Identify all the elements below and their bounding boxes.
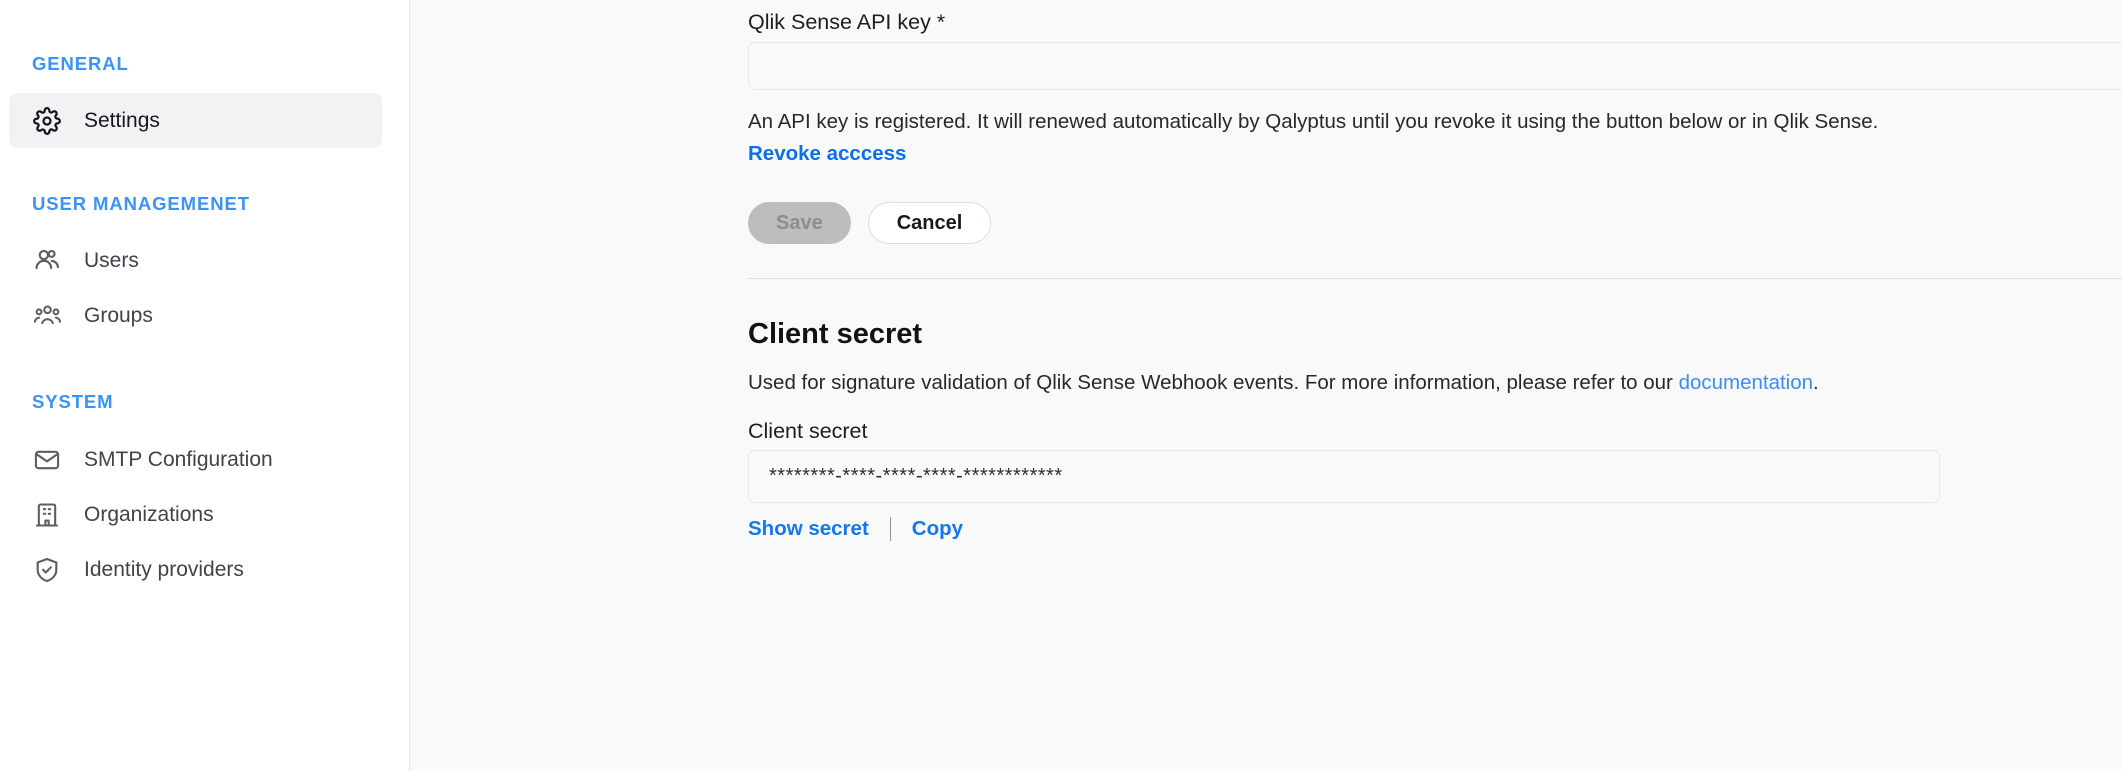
sidebar-item-label-settings: Settings	[84, 109, 160, 132]
documentation-link[interactable]: documentation	[1679, 371, 1813, 394]
main-content: Qlik Sense API key * An API key is regis…	[410, 0, 2122, 771]
group-icon	[32, 301, 62, 331]
client-secret-description-text-after: .	[1813, 371, 1819, 394]
sidebar: GENERAL Settings USER MANAGEMENET Users …	[0, 0, 410, 771]
action-separator	[889, 517, 891, 541]
app-root: GENERAL Settings USER MANAGEMENET Users …	[0, 0, 2122, 771]
api-key-label: Qlik Sense API key *	[748, 10, 946, 34]
sidebar-item-organizations[interactable]: Organizations	[9, 487, 382, 542]
sidebar-item-label-groups: Groups	[84, 304, 153, 327]
client-secret-field-label: Client secret	[748, 419, 868, 443]
api-key-input[interactable]	[748, 42, 2122, 90]
sidebar-item-groups[interactable]: Groups	[9, 288, 382, 343]
copy-secret-link[interactable]: Copy	[912, 517, 963, 541]
save-button[interactable]: Save	[748, 202, 851, 244]
api-key-button-row: Save Cancel	[748, 202, 992, 244]
sidebar-section-general: GENERAL Settings	[0, 0, 409, 148]
client-secret-actions: Show secret Copy	[748, 517, 963, 541]
client-secret-description: Used for signature validation of Qlik Se…	[748, 371, 1819, 395]
sidebar-section-label-general: GENERAL	[32, 53, 129, 74]
section-divider	[748, 278, 2122, 279]
show-secret-link[interactable]: Show secret	[748, 517, 869, 541]
sidebar-section-system: SYSTEM SMTP Configuration Organizations …	[0, 391, 409, 597]
client-secret-description-text-before: Used for signature validation of Qlik Se…	[748, 371, 1679, 394]
building-icon	[32, 500, 62, 530]
sidebar-item-users[interactable]: Users	[9, 233, 382, 288]
api-key-help-text: An API key is registered. It will renewe…	[748, 110, 1879, 133]
sidebar-section-label-system: SYSTEM	[32, 391, 114, 412]
users-icon	[32, 246, 62, 276]
sidebar-item-settings[interactable]: Settings	[9, 93, 382, 148]
gear-icon	[32, 106, 62, 136]
sidebar-item-label-users: Users	[84, 249, 139, 272]
sidebar-item-identity-providers[interactable]: Identity providers	[9, 542, 382, 597]
envelope-icon	[32, 445, 62, 475]
sidebar-item-label-identity-providers: Identity providers	[84, 558, 244, 581]
client-secret-input[interactable]	[748, 450, 1940, 503]
sidebar-section-label-user-management: USER MANAGEMENET	[32, 193, 250, 214]
sidebar-item-label-organizations: Organizations	[84, 503, 214, 526]
sidebar-section-user-management: USER MANAGEMENET Users Groups	[0, 193, 409, 343]
sidebar-item-label-smtp-configuration: SMTP Configuration	[84, 448, 273, 471]
sidebar-item-smtp-configuration[interactable]: SMTP Configuration	[9, 432, 382, 487]
client-secret-section-title: Client secret	[748, 318, 923, 350]
cancel-button[interactable]: Cancel	[867, 202, 992, 244]
shield-check-icon	[32, 555, 62, 585]
revoke-access-link[interactable]: Revoke acccess	[748, 142, 906, 166]
